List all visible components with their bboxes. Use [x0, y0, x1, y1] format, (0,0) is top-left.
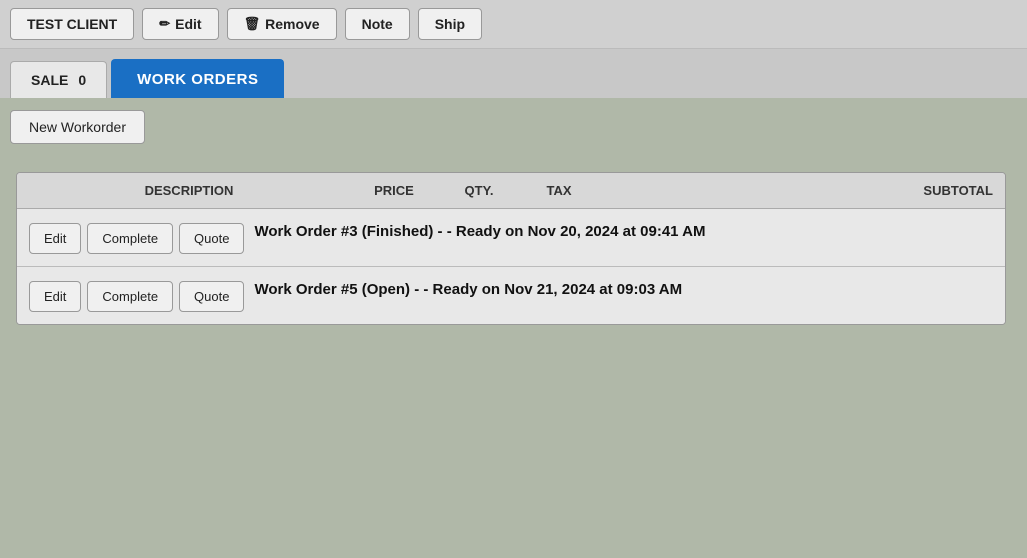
sub-toolbar: New Workorder: [0, 100, 1027, 154]
row-1-quote-button[interactable]: Quote: [179, 223, 244, 254]
row-2-edit-button[interactable]: Edit: [29, 281, 81, 312]
test-client-label: TEST CLIENT: [27, 16, 117, 32]
work-orders-table: DESCRIPTION PRICE QTY. TAX SUBTOTAL Edit…: [16, 172, 1006, 325]
row-1-inner: Edit Complete Quote Work Order #3 (Finis…: [29, 221, 993, 254]
tab-sale[interactable]: SALE 0: [10, 61, 107, 98]
row-1-description: Work Order #3 (Finished) - - Ready on No…: [254, 221, 705, 244]
remove-icon: 🗑: [244, 16, 261, 32]
row-1-complete-button[interactable]: Complete: [87, 223, 173, 254]
edit-button[interactable]: ✏ Edit: [142, 8, 218, 40]
note-button[interactable]: Note: [345, 8, 410, 40]
header-tax: TAX: [519, 183, 599, 198]
row-2-complete-button[interactable]: Complete: [87, 281, 173, 312]
row-1-actions: Edit Complete Quote: [29, 223, 244, 254]
row-2-description: Work Order #5 (Open) - - Ready on Nov 21…: [254, 279, 682, 302]
header-subtotal: SUBTOTAL: [599, 183, 993, 198]
header-description: DESCRIPTION: [29, 183, 349, 198]
row-2-actions: Edit Complete Quote: [29, 281, 244, 312]
edit-icon: ✏: [159, 16, 170, 32]
top-toolbar: TEST CLIENT ✏ Edit 🗑 Remove Note Ship: [0, 0, 1027, 49]
sale-tab-label: SALE: [31, 72, 68, 88]
table-row: Edit Complete Quote Work Order #3 (Finis…: [17, 209, 1005, 267]
table-row: Edit Complete Quote Work Order #5 (Open)…: [17, 267, 1005, 324]
new-workorder-button[interactable]: New Workorder: [10, 110, 145, 144]
row-2-quote-button[interactable]: Quote: [179, 281, 244, 312]
tab-row: SALE 0 WORK ORDERS: [0, 49, 1027, 100]
edit-label: Edit: [175, 16, 201, 32]
tab-workorders[interactable]: WORK ORDERS: [111, 59, 284, 98]
note-label: Note: [362, 16, 393, 32]
sale-tab-count: 0: [78, 72, 86, 88]
ship-button[interactable]: Ship: [418, 8, 482, 40]
remove-button[interactable]: 🗑 Remove: [227, 8, 337, 40]
table-header: DESCRIPTION PRICE QTY. TAX SUBTOTAL: [17, 173, 1005, 209]
workorders-tab-label: WORK ORDERS: [137, 71, 258, 88]
header-price: PRICE: [349, 183, 439, 198]
remove-label: Remove: [265, 16, 319, 32]
header-qty: QTY.: [439, 183, 519, 198]
test-client-button[interactable]: TEST CLIENT: [10, 8, 134, 40]
row-2-inner: Edit Complete Quote Work Order #5 (Open)…: [29, 279, 993, 312]
row-1-edit-button[interactable]: Edit: [29, 223, 81, 254]
new-workorder-label: New Workorder: [29, 119, 126, 135]
ship-label: Ship: [435, 16, 465, 32]
main-content: DESCRIPTION PRICE QTY. TAX SUBTOTAL Edit…: [0, 154, 1027, 343]
